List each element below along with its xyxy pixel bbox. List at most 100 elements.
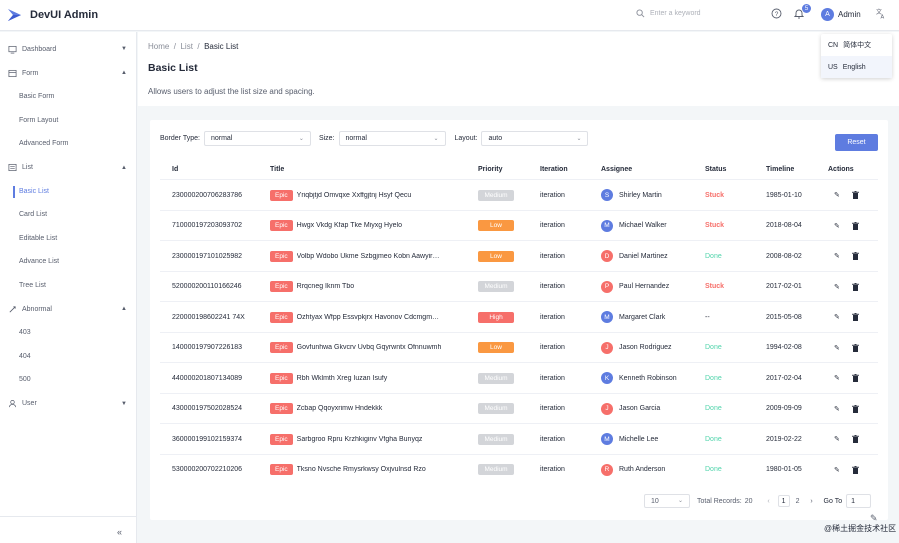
delete-icon[interactable] xyxy=(852,211,859,241)
title-link[interactable]: Volbp Wdobo Ukme Szbgjmeo Kobn Aawyir… xyxy=(297,253,443,260)
delete-icon[interactable] xyxy=(852,455,859,485)
delete-icon[interactable] xyxy=(852,363,859,393)
sidebar-item-403[interactable]: 403 xyxy=(0,321,136,345)
language-code: CN xyxy=(828,41,839,49)
sidebar-item-404[interactable]: 404 xyxy=(0,345,136,369)
translate-icon[interactable]: 文A xyxy=(875,8,886,19)
cell-priority: Medium xyxy=(478,424,514,454)
column-header-priority[interactable]: Priority xyxy=(478,166,503,173)
sidebar-item-card-list[interactable]: Card List xyxy=(0,203,136,227)
title-link[interactable]: Hwgx Vkdg Kfap Tke Miyxg Hyelo xyxy=(297,222,443,229)
edit-icon[interactable]: ✎ xyxy=(834,394,840,424)
language-option-us[interactable]: US English xyxy=(821,56,892,78)
column-header-status[interactable]: Status xyxy=(705,166,726,173)
sidebar-group-list[interactable]: List ▲ xyxy=(0,156,136,180)
cell-iteration: iteration xyxy=(540,344,565,351)
cell-status: Stuck xyxy=(705,283,725,290)
sidebar-group-dashboard[interactable]: Dashboard ▼ xyxy=(0,37,136,61)
table-row[interactable]: 140000197907226183 Epic Govfunhwa Gkvcrv U… xyxy=(160,331,878,363)
edit-icon[interactable]: ✎ xyxy=(834,272,840,302)
page-button-2[interactable]: 2 xyxy=(792,495,804,507)
table-row[interactable]: 230000200706283786 Epic Yriqbjtjd Omvqxe X… xyxy=(160,179,878,210)
border-type-select[interactable]: normal ⌄ xyxy=(203,131,311,146)
title-link[interactable]: Yriqbjtjd Omvqxe Xxffgjtnj Hsyf Qecu xyxy=(297,192,443,199)
sidebar-item-editable-list[interactable]: Editable List xyxy=(0,227,136,251)
app-title: DevUI Admin xyxy=(30,9,99,21)
breadcrumb-list[interactable]: List xyxy=(180,42,192,51)
delete-icon[interactable] xyxy=(852,241,859,271)
column-header-id[interactable]: Id xyxy=(172,166,178,173)
table-row[interactable]: 530000200702210206 Epic Tksno Nvsche Rmysr… xyxy=(160,453,878,485)
edit-icon[interactable]: ✎ xyxy=(834,302,840,332)
sidebar-group-form[interactable]: Form ▲ xyxy=(0,61,136,85)
layout-select[interactable]: auto ⌄ xyxy=(481,131,589,146)
sidebar-group-user[interactable]: User ▼ xyxy=(0,392,136,416)
search-input[interactable]: Enter a keyword xyxy=(650,10,701,17)
title-link[interactable]: Govfunhwa Gkvcrv Uvbq Gqyrwntx Ofnnuwmh xyxy=(297,344,443,351)
delete-icon[interactable] xyxy=(852,180,859,210)
logo[interactable]: DevUI Admin xyxy=(7,7,98,23)
table-row[interactable]: 440000201807134089 Epic Rbh Wklmth Xreg Iu… xyxy=(160,362,878,393)
page-size-select[interactable]: 10 ⌄ xyxy=(644,494,690,508)
epic-tag: Epic xyxy=(270,372,293,384)
sidebar-item-tree-list[interactable]: Tree List xyxy=(0,274,136,298)
delete-icon[interactable] xyxy=(852,394,859,424)
cell-id: 230000197101025982 xyxy=(172,252,243,260)
table-row[interactable]: 520000200110166246 Epic Rrqcneg Iknm Tbo Me… xyxy=(160,270,878,302)
title-link[interactable]: Zcbap Qqoyxrimw Hndekkk xyxy=(297,405,443,412)
sidebar-group-abnormal[interactable]: Abnormal ▲ xyxy=(0,297,136,321)
sidebar-item-500[interactable]: 500 xyxy=(0,368,136,392)
sidebar-item-basic-list[interactable]: Basic List xyxy=(0,180,136,204)
table-row[interactable]: 430000197502028524 Epic Zcbap Qqoyxrimw Hn… xyxy=(160,392,878,424)
sidebar-item-advanced-form[interactable]: Advanced Form xyxy=(0,132,136,156)
cell-assignee: P Paul Hernandez xyxy=(601,272,669,302)
epic-tag: Epic xyxy=(270,281,293,292)
column-header-assignee[interactable]: Assignee xyxy=(601,166,632,173)
edit-icon[interactable]: ✎ xyxy=(834,180,840,210)
sidebar-item-form-layout[interactable]: Form Layout xyxy=(0,109,136,133)
prev-page-button[interactable]: ‹ xyxy=(763,495,775,507)
table-row[interactable]: 710000197203093702 Epic Hwgx Vkdg Kfap Tke… xyxy=(160,209,878,241)
collapse-sidebar-button[interactable]: « xyxy=(117,527,122,537)
edit-icon[interactable]: ✎ xyxy=(834,211,840,241)
edit-icon[interactable]: ✎ xyxy=(834,424,840,454)
page-button-1[interactable]: 1 xyxy=(777,495,790,507)
edit-icon[interactable]: ✎ xyxy=(834,363,840,393)
edit-icon[interactable]: ✎ xyxy=(834,455,840,485)
title-link[interactable]: Rbh Wklmth Xreg Iuzan Isufy xyxy=(297,375,443,382)
column-header-timeline[interactable]: Timeline xyxy=(766,166,794,173)
title-link[interactable]: Sarbgroo Rpru Krzhkiginv Vfgha Bunyqz xyxy=(297,436,443,443)
search-box[interactable]: Enter a keyword xyxy=(636,9,701,18)
cell-priority: Medium xyxy=(478,455,514,485)
delete-icon[interactable] xyxy=(852,302,859,332)
next-page-button[interactable]: › xyxy=(806,495,818,507)
sidebar-item-basic-form[interactable]: Basic Form xyxy=(0,85,136,109)
edit-icon[interactable]: ✎ xyxy=(834,333,840,363)
breadcrumb-home[interactable]: Home xyxy=(148,42,169,51)
table-row[interactable]: 360000199102159374 Epic Sarbgroo Rpru Krzh… xyxy=(160,423,878,454)
title-link[interactable]: Ozhtyax Wfpp Essvpkjrx Havonov Cdcmgmg… xyxy=(297,314,443,321)
column-header-iteration[interactable]: Iteration xyxy=(540,166,568,173)
user-name[interactable]: Admin xyxy=(838,10,861,19)
title-link[interactable]: Rrqcneg Iknm Tbo xyxy=(297,283,443,290)
goto-page-input[interactable]: 1 xyxy=(846,494,872,508)
delete-icon[interactable] xyxy=(852,424,859,454)
column-header-title[interactable]: Title xyxy=(270,166,284,173)
table-row[interactable]: 220000198602241 74X Epic Ozhtyax Wfpp Essv… xyxy=(160,301,878,332)
size-select[interactable]: normal ⌄ xyxy=(338,131,446,146)
sidebar-item-label: Advanced Form xyxy=(19,140,69,148)
delete-icon[interactable] xyxy=(852,333,859,363)
reset-button[interactable]: Reset xyxy=(835,134,878,151)
edit-icon[interactable]: ✎ xyxy=(834,241,840,271)
chevron-up-icon: ▲ xyxy=(121,164,127,171)
user-avatar[interactable]: A xyxy=(821,8,834,21)
table-row[interactable]: 230000197101025982 Epic Volbp Wdobo Ukme S… xyxy=(160,240,878,271)
sidebar-item-advance-list[interactable]: Advance List xyxy=(0,250,136,274)
title-link[interactable]: Tksno Nvsche Rmysrkwsy Oxjvulnsd Rzo xyxy=(297,466,443,473)
language-option-cn[interactable]: CN 简体中文 xyxy=(821,34,892,56)
help-icon[interactable]: ? xyxy=(771,8,782,19)
sidebar-item-label: Tree List xyxy=(19,281,46,289)
cell-status: Done xyxy=(705,344,722,351)
language-label: English xyxy=(842,63,866,71)
delete-icon[interactable] xyxy=(852,272,859,302)
